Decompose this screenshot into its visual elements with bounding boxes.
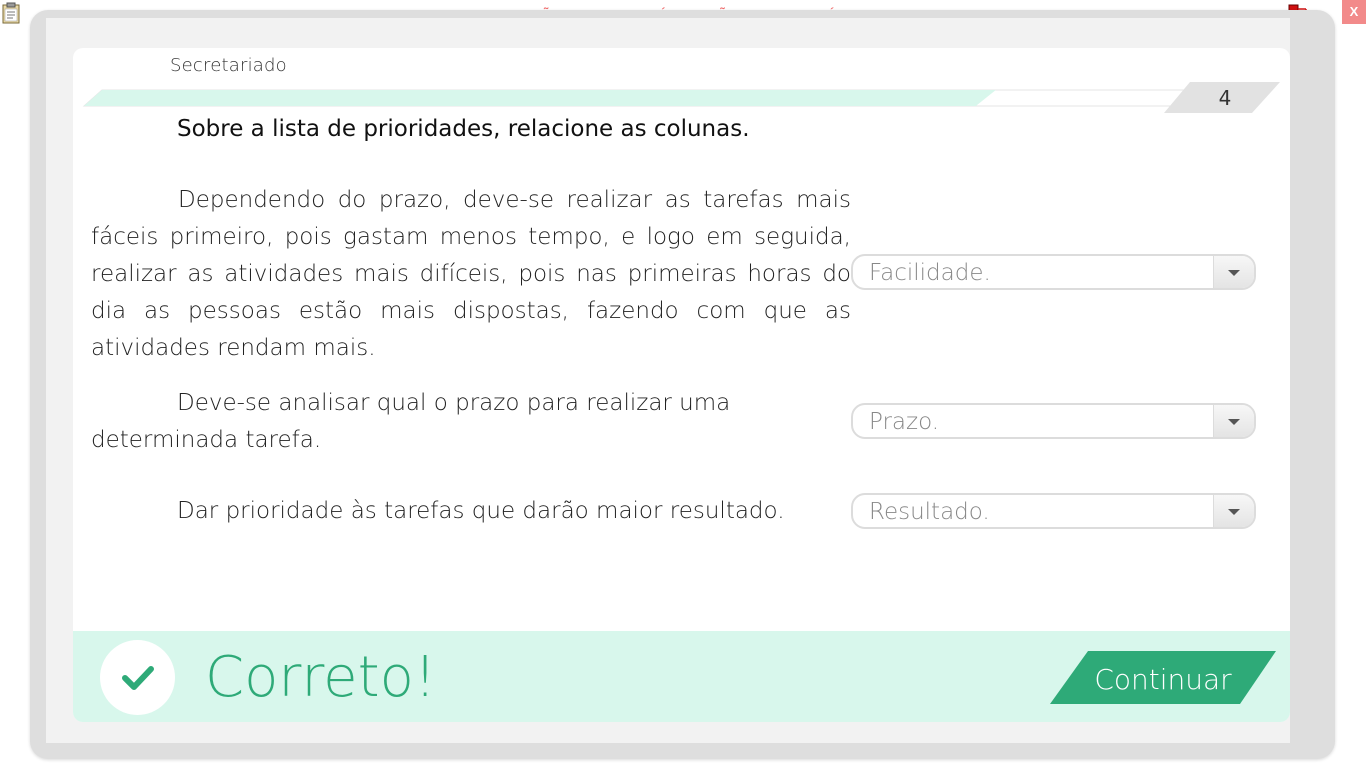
answer-select-1[interactable]: Facilidade. [851, 254, 1256, 290]
statement-2: Deve-se analisar qual o prazo para reali… [91, 390, 731, 453]
continue-button[interactable]: Continuar [1050, 650, 1276, 705]
answer-select-3-value: Resultado. [869, 499, 990, 525]
close-button[interactable]: X [1342, 0, 1366, 24]
module-title: Secretariado [170, 55, 287, 76]
chevron-down-icon[interactable] [1213, 405, 1254, 437]
answer-select-3[interactable]: Resultado. [851, 493, 1256, 529]
answer-select-1-value: Facilidade. [869, 260, 991, 286]
question-title: Sobre a lista de prioridades, relacione … [177, 116, 750, 142]
clipboard-icon[interactable] [2, 2, 20, 24]
progress-bar [82, 82, 1280, 113]
checkmark-icon [100, 640, 175, 715]
progress-fill [84, 90, 996, 106]
chevron-down-icon[interactable] [1213, 495, 1254, 527]
answer-select-2-value: Prazo. [869, 409, 940, 435]
feedback-message: Correto! [205, 645, 437, 710]
page-number: 4 [1218, 86, 1232, 110]
chevron-down-icon[interactable] [1213, 256, 1254, 288]
statement-1: Dependendo do prazo, deve-se realizar as… [91, 187, 851, 361]
answer-select-2[interactable]: Prazo. [851, 403, 1256, 439]
statement-3: Dar prioridade às tarefas que darão maio… [177, 498, 785, 524]
continue-button-label: Continuar [1094, 663, 1232, 696]
